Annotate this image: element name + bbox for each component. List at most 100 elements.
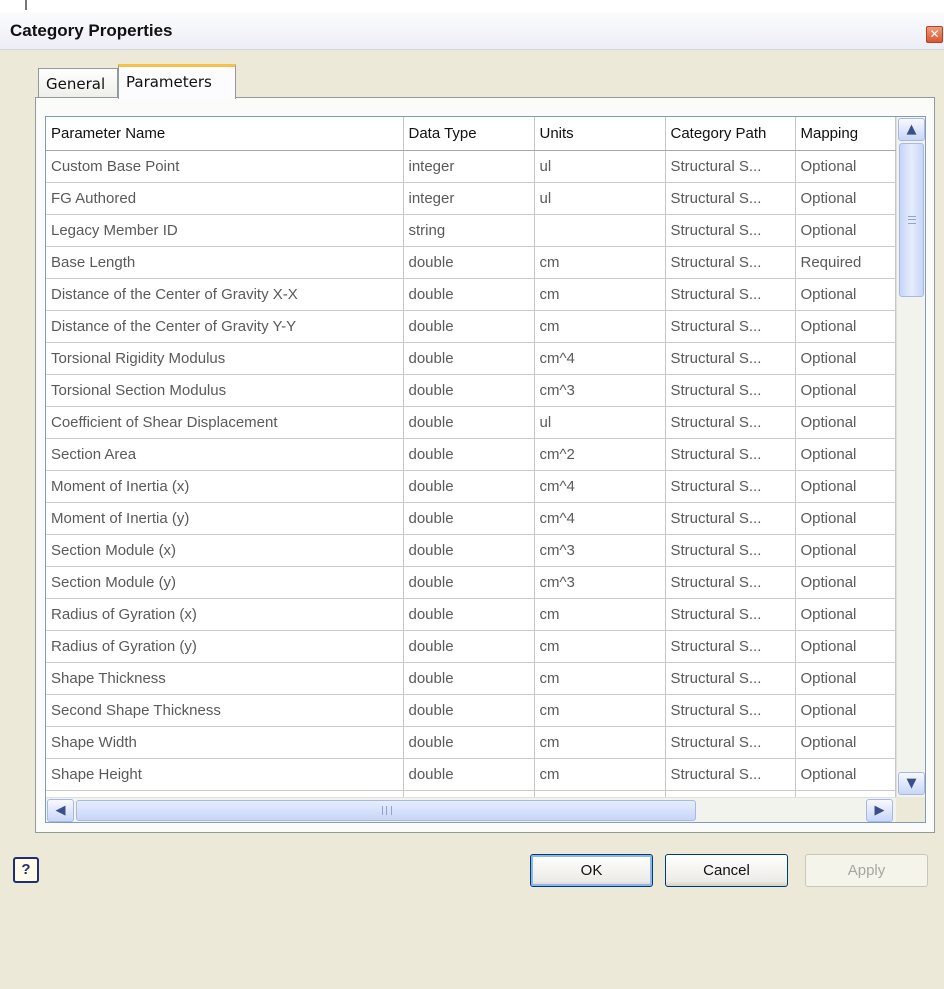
horizontal-scroll-thumb[interactable] <box>76 800 696 821</box>
mapping-cell[interactable]: Optional <box>795 694 896 727</box>
table-row[interactable]: Distance of the Center of Gravity Y-Y dou… <box>46 310 896 343</box>
data-type-cell[interactable]: double <box>403 246 535 279</box>
category-path-cell[interactable]: Structural S... <box>665 502 796 535</box>
units-cell[interactable]: cm <box>534 598 666 631</box>
parameter-name-cell[interactable]: Base Length <box>46 246 404 279</box>
parameter-name-cell[interactable]: Radius of Gyration (x) <box>46 598 404 631</box>
parameter-name-cell[interactable]: Coefficient of Shear Displacement <box>46 406 404 439</box>
category-path-cell[interactable]: Structural S... <box>665 470 796 503</box>
data-type-cell[interactable]: double <box>403 566 535 599</box>
units-cell[interactable]: cm <box>534 726 666 759</box>
data-type-cell[interactable]: string <box>403 822 534 823</box>
table-row[interactable]: Section Designationstring Structural S...… <box>46 822 895 823</box>
mapping-cell[interactable]: Optional <box>795 598 896 631</box>
units-cell[interactable]: cm^4 <box>534 470 666 503</box>
parameter-name-cell[interactable]: Distance of the Center of Gravity X-X <box>46 278 404 311</box>
parameter-name-cell[interactable]: Section Designation <box>46 822 403 823</box>
parameter-name-cell[interactable]: Torsional Section Modulus <box>46 374 404 407</box>
parameter-name-cell[interactable]: Moment of Inertia (y) <box>46 502 404 535</box>
mapping-cell[interactable]: Optional <box>795 534 896 567</box>
scroll-right-button[interactable]: ▶ <box>866 799 893 822</box>
table-row[interactable]: Legacy Member ID string Structural S... Opt… <box>46 214 896 247</box>
data-type-cell[interactable]: integer <box>403 182 535 215</box>
units-cell[interactable]: cm^4 <box>534 502 666 535</box>
scroll-left-button[interactable]: ◀ <box>47 799 74 822</box>
parameter-name-cell[interactable]: Custom Base Point <box>46 150 404 183</box>
cancel-button[interactable]: Cancel <box>665 854 788 887</box>
table-row[interactable]: Shape Height double cm Structural S... Optio… <box>46 758 896 791</box>
units-cell[interactable]: cm <box>534 694 666 727</box>
scroll-up-button[interactable]: ▲ <box>898 118 925 141</box>
mapping-cell[interactable]: Optional <box>795 822 895 823</box>
mapping-cell[interactable]: Optional <box>795 470 896 503</box>
mapping-cell[interactable]: Optional <box>795 566 896 599</box>
units-cell[interactable]: cm^3 <box>534 374 666 407</box>
mapping-cell[interactable]: Optional <box>795 502 896 535</box>
parameter-name-cell[interactable]: Shape Width <box>46 726 404 759</box>
column-header-parameter-name[interactable]: Parameter Name <box>46 117 404 151</box>
mapping-cell[interactable]: Optional <box>795 342 896 375</box>
category-path-cell[interactable]: Structural S... <box>665 534 796 567</box>
category-path-cell[interactable]: Structural S... <box>665 406 796 439</box>
table-row[interactable]: Moment of Inertia (x) double cm^4 Structura… <box>46 470 896 503</box>
category-path-cell[interactable]: Structural S... <box>665 726 796 759</box>
units-cell[interactable]: cm^3 <box>534 566 666 599</box>
horizontal-scrollbar[interactable]: ◀ ▶ <box>46 797 896 822</box>
parameter-name-cell[interactable]: Shape Height <box>46 758 404 791</box>
category-path-cell[interactable]: Structural S... <box>665 182 796 215</box>
parameter-name-cell[interactable]: Shape Thickness <box>46 662 404 695</box>
data-type-cell[interactable]: double <box>403 630 535 663</box>
data-type-cell[interactable]: double <box>403 598 535 631</box>
data-type-cell[interactable]: double <box>403 534 535 567</box>
vertical-scroll-thumb[interactable] <box>899 143 924 297</box>
category-path-cell[interactable]: Structural S... <box>665 246 796 279</box>
close-button[interactable]: ✕ <box>926 26 943 43</box>
units-cell[interactable] <box>534 214 666 247</box>
help-button[interactable]: ? <box>13 857 39 883</box>
units-cell[interactable]: cm^2 <box>534 438 666 471</box>
mapping-cell[interactable]: Optional <box>795 406 896 439</box>
table-row[interactable]: Distance of the Center of Gravity X-X dou… <box>46 278 896 311</box>
units-cell[interactable]: cm <box>534 630 666 663</box>
parameter-name-cell[interactable]: Distance of the Center of Gravity Y-Y <box>46 310 404 343</box>
scroll-down-button[interactable]: ▼ <box>898 772 925 795</box>
mapping-cell[interactable]: Optional <box>795 214 896 247</box>
column-header-category-path[interactable]: Category Path <box>665 117 796 151</box>
parameter-name-cell[interactable]: Moment of Inertia (x) <box>46 470 404 503</box>
table-row[interactable]: Custom Base Point integer ul Structural S..… <box>46 150 896 183</box>
table-row[interactable]: Radius of Gyration (y) double cm Structural… <box>46 630 896 663</box>
units-cell[interactable] <box>534 822 665 823</box>
data-type-cell[interactable]: double <box>403 694 535 727</box>
parameter-name-cell[interactable]: FG Authored <box>46 182 404 215</box>
units-cell[interactable]: cm <box>534 662 666 695</box>
mapping-cell[interactable]: Optional <box>795 150 896 183</box>
parameter-name-cell[interactable]: Section Module (x) <box>46 534 404 567</box>
category-path-cell[interactable]: Structural S... <box>665 598 796 631</box>
data-type-cell[interactable]: double <box>403 406 535 439</box>
parameter-name-cell[interactable]: Torsional Rigidity Modulus <box>46 342 404 375</box>
category-path-cell[interactable]: Structural S... <box>665 630 796 663</box>
table-row[interactable]: Section Module (y) double cm^3 Structural S… <box>46 566 896 599</box>
category-path-cell[interactable]: Structural S... <box>665 566 796 599</box>
mapping-cell[interactable]: Optional <box>795 662 896 695</box>
table-row[interactable]: Torsional Rigidity Modulus double cm^4 Stru… <box>46 342 896 375</box>
data-type-cell[interactable]: double <box>403 470 535 503</box>
table-row[interactable]: Section Module (x) double cm^3 Structural S… <box>46 534 896 567</box>
data-type-cell[interactable]: double <box>403 278 535 311</box>
category-path-cell[interactable]: Structural S... <box>665 662 796 695</box>
category-path-cell[interactable]: Structural S... <box>665 342 796 375</box>
category-path-cell[interactable]: Structural S... <box>665 694 796 727</box>
category-path-cell[interactable]: Structural S... <box>665 822 795 823</box>
category-path-cell[interactable]: Structural S... <box>665 758 796 791</box>
table-row[interactable]: Torsional Section Modulus double cm^3 Struc… <box>46 374 896 407</box>
data-type-cell[interactable]: double <box>403 726 535 759</box>
parameter-name-cell[interactable]: Section Area <box>46 438 404 471</box>
category-path-cell[interactable]: Structural S... <box>665 374 796 407</box>
apply-button[interactable]: Apply <box>805 854 928 887</box>
data-type-cell[interactable]: double <box>403 758 535 791</box>
column-header-mapping[interactable]: Mapping <box>795 117 896 151</box>
parameter-name-cell[interactable]: Second Shape Thickness <box>46 694 404 727</box>
mapping-cell[interactable]: Required <box>795 246 896 279</box>
data-type-cell[interactable]: double <box>403 662 535 695</box>
units-cell[interactable]: ul <box>534 150 666 183</box>
